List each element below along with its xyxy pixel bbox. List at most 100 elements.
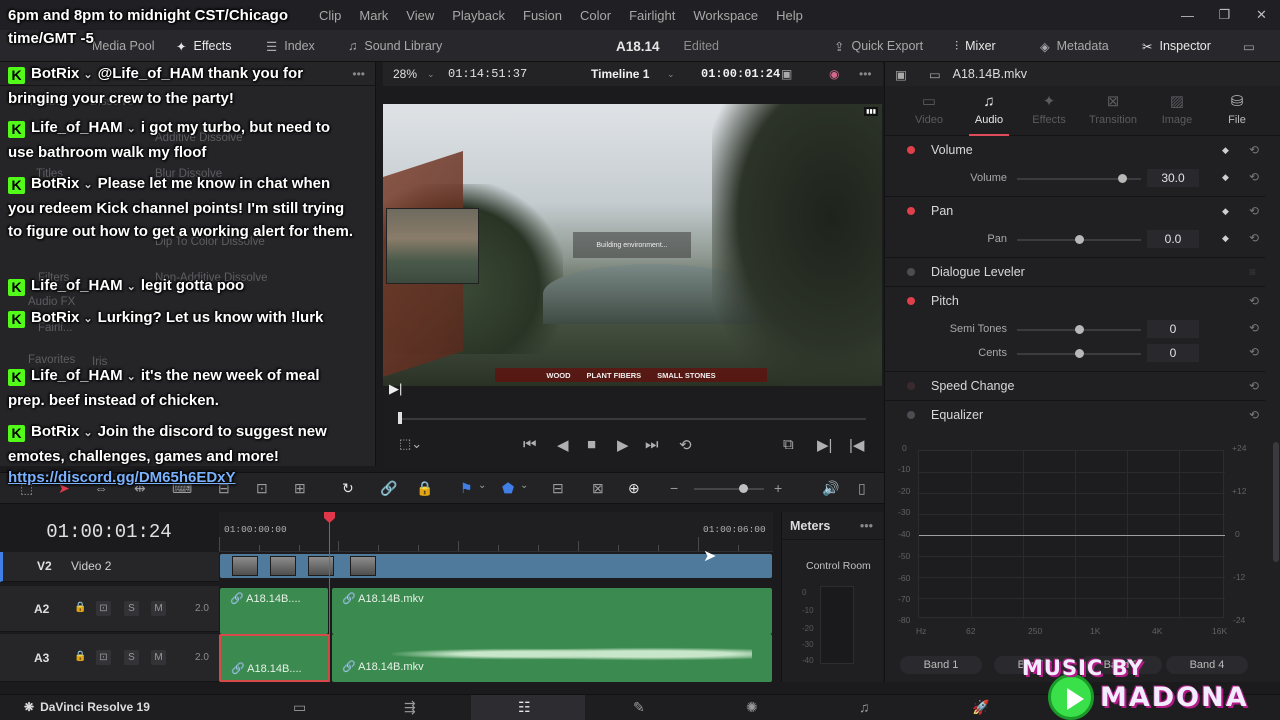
zoom-level[interactable]: 28% [393, 67, 417, 81]
volume-slider[interactable] [1017, 174, 1141, 183]
quick-export-button[interactable]: ⇪ Quick Export [834, 30, 923, 62]
marker-icon[interactable]: ⬟ [502, 480, 514, 497]
lock-track-icon[interactable]: 🔒 [74, 651, 86, 662]
audio-meter-icon[interactable]: ▯ [858, 480, 866, 497]
menu-item-mark[interactable]: Mark [350, 8, 397, 23]
menu-item-help[interactable]: Help [767, 8, 812, 23]
speed-change-reset-icon[interactable]: ⟲ [1249, 379, 1259, 393]
pan-reset-icon[interactable]: ⟲ [1249, 204, 1259, 218]
audio-clip-a2-1[interactable]: 🔗 A18.14B.... [220, 588, 328, 634]
tab-image[interactable]: ▨ Image [1145, 86, 1209, 136]
dialogue-leveler-header[interactable]: Dialogue Leveler ≡ [885, 259, 1265, 285]
monitor-icon[interactable]: ▭ [1243, 30, 1255, 62]
play-icon[interactable]: ▶ [617, 436, 629, 454]
volume-keyframe-icon[interactable]: ◆ [1222, 145, 1229, 156]
lock-icon[interactable]: 🔒 [416, 480, 433, 497]
volume-enable-toggle[interactable] [907, 146, 915, 154]
pan-value[interactable]: 0.0 [1147, 230, 1199, 248]
track-header-a3[interactable]: A3 🔒 ⊡ S M 2.0 [0, 634, 219, 682]
cents-reset-icon[interactable]: ⟲ [1249, 345, 1259, 359]
sound-library-button[interactable]: ♫ Sound Library [348, 30, 442, 62]
jump-to-end-icon[interactable]: ⏭ [645, 436, 659, 453]
cut-page-icon[interactable]: ⇶ [404, 699, 416, 716]
volume-slider-knob[interactable] [1118, 174, 1127, 183]
menu-item-playback[interactable]: Playback [443, 8, 514, 23]
equalizer-toggle[interactable] [907, 411, 915, 419]
scrubber-handle[interactable] [398, 412, 402, 424]
stop-icon[interactable]: ■ [587, 436, 596, 453]
eq-band-1-button[interactable]: Band 1 [900, 656, 982, 674]
edit-page-icon[interactable]: ☷ [518, 699, 531, 716]
audio-clip-a2-2[interactable]: 🔗 A18.14B.mkv [332, 588, 772, 634]
timeline-dropdown-icon[interactable]: ⌄ [667, 69, 675, 80]
tab-video[interactable]: ▭ Video [897, 86, 961, 136]
metadata-button[interactable]: ◈ Metadata [1040, 30, 1109, 62]
pan-slider-knob[interactable] [1075, 235, 1084, 244]
maximize-icon[interactable]: ❐ [1206, 7, 1243, 23]
play-reverse-icon[interactable]: ◀ [557, 436, 569, 454]
timeline-ruler[interactable]: 01:00:00:00 01:00:06:00 [219, 512, 773, 552]
flag-icon[interactable]: ⚑ [460, 480, 473, 497]
cents-slider-knob[interactable] [1075, 349, 1084, 358]
tab-transition[interactable]: ⊠ Transition [1081, 86, 1145, 136]
pan-value-reset-icon[interactable]: ⟲ [1249, 231, 1259, 245]
zoom-slider-knob[interactable] [739, 484, 748, 493]
viewer-scrubber[interactable] [400, 418, 866, 420]
close-icon[interactable]: ✕ [1243, 7, 1280, 23]
speed-change-header[interactable]: Speed Change ⟲ [885, 373, 1265, 399]
menu-item-fusion[interactable]: Fusion [514, 8, 571, 23]
zoom-slider[interactable] [694, 488, 764, 490]
track-name-v2[interactable]: Video 2 [71, 559, 111, 573]
dialogue-leveler-menu-icon[interactable]: ≡ [1249, 265, 1256, 279]
solo-button-a3[interactable]: S [124, 650, 139, 665]
pan-keyframe-icon[interactable]: ◆ [1222, 206, 1229, 217]
pitch-enable-toggle[interactable] [907, 297, 915, 305]
link-icon[interactable]: 🔗 [380, 480, 397, 497]
inspector-scrollbar[interactable] [1273, 442, 1279, 562]
fusion-page-icon[interactable]: ✎ [633, 699, 645, 716]
pan-enable-toggle[interactable] [907, 207, 915, 215]
play-from-in-icon[interactable]: ▶| [389, 381, 402, 397]
match-frame-icon[interactable]: ⧉ [783, 436, 794, 453]
video-viewer[interactable]: Building environment... WOOD PLANT FIBER… [383, 104, 882, 386]
zoom-out-icon[interactable]: − [670, 480, 678, 496]
zoom-custom-icon[interactable]: ⊕ [628, 480, 640, 497]
tab-file[interactable]: ⛁ File [1205, 86, 1269, 136]
zoom-dropdown-icon[interactable]: ⌄ [427, 69, 435, 80]
media-page-icon[interactable]: ▭ [293, 699, 306, 716]
tab-effects[interactable]: ✦ Effects [1017, 86, 1081, 136]
timeline-playhead[interactable] [329, 512, 330, 682]
minimize-icon[interactable]: — [1169, 8, 1206, 23]
zoom-detail-icon[interactable]: ⊠ [592, 480, 604, 497]
mixer-button[interactable]: ⫶ Mixer [955, 30, 996, 62]
semitones-value[interactable]: 0 [1147, 320, 1199, 338]
zoom-full-icon[interactable]: ⊟ [552, 480, 564, 497]
auto-select-icon[interactable]: ⊡ [96, 650, 111, 665]
audio-speaker-icon[interactable]: 🔊 [822, 480, 839, 497]
track-header-a2[interactable]: A2 🔒 ⊡ S M 2.0 [0, 586, 219, 632]
deliver-page-icon[interactable]: 🚀 [972, 699, 989, 716]
discord-link[interactable]: https://discord.gg/DM65h6EDxY [8, 469, 236, 486]
volume-reset-icon[interactable]: ⟲ [1249, 143, 1259, 157]
auto-select-icon[interactable]: ⊡ [96, 601, 111, 616]
equalizer-reset-icon[interactable]: ⟲ [1249, 408, 1259, 422]
pitch-section-header[interactable]: Pitch ⟲ [885, 288, 1265, 314]
marker-dropdown-icon[interactable]: ⌄ [520, 480, 528, 491]
speed-change-toggle[interactable] [907, 382, 915, 390]
timeline-name[interactable]: Timeline 1 [591, 67, 649, 81]
semitones-reset-icon[interactable]: ⟲ [1249, 321, 1259, 335]
previous-edit-icon[interactable]: |◀ [849, 436, 864, 454]
cents-value[interactable]: 0 [1147, 344, 1199, 362]
menu-item-color[interactable]: Color [571, 8, 620, 23]
flag-dropdown-icon[interactable]: ⌄ [478, 480, 486, 491]
volume-section-header[interactable]: Volume ◆ ⟲ [885, 137, 1265, 163]
track-header-v2[interactable]: V2 Video 2 [0, 552, 219, 582]
zoom-in-icon[interactable]: + [774, 480, 782, 496]
cents-slider[interactable] [1017, 349, 1141, 358]
fairlight-page-icon[interactable]: ♫ [859, 699, 870, 715]
menu-item-view[interactable]: View [397, 8, 443, 23]
meters-more-icon[interactable]: ••• [860, 519, 873, 533]
inspector-button[interactable]: ✂ Inspector [1142, 30, 1211, 62]
menu-item-workspace[interactable]: Workspace [684, 8, 767, 23]
mute-button-a3[interactable]: M [151, 650, 166, 665]
